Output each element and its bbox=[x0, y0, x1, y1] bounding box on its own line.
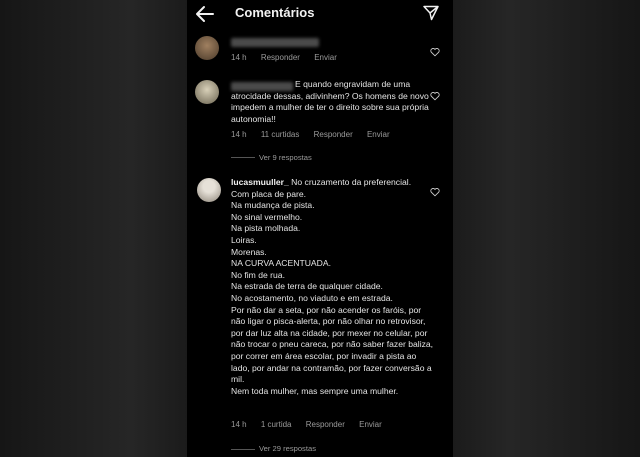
comment-text: E quando engravidam de uma atrocidade de… bbox=[231, 79, 429, 124]
heart-icon bbox=[430, 92, 440, 101]
comment-time: 14 h bbox=[231, 420, 247, 429]
view-replies-button[interactable]: Ver 9 respostas bbox=[259, 153, 312, 162]
page-title: Comentários bbox=[235, 5, 315, 20]
comment-time: 14 h bbox=[231, 53, 247, 62]
heart-icon bbox=[430, 48, 440, 57]
like-button[interactable] bbox=[430, 184, 440, 197]
comment-text: No cruzamento da preferencial. Com placa… bbox=[231, 177, 434, 396]
reply-button[interactable]: Responder bbox=[306, 420, 345, 429]
reply-button[interactable]: Responder bbox=[314, 130, 353, 139]
avatar bbox=[195, 80, 219, 104]
send-button[interactable]: Enviar bbox=[314, 53, 337, 62]
send-button[interactable]: Enviar bbox=[359, 420, 382, 429]
comment-body: lucasmuuller_ No cruzamento da preferenc… bbox=[231, 177, 437, 397]
like-button[interactable] bbox=[430, 44, 440, 57]
blurred-username bbox=[231, 38, 319, 47]
heart-icon bbox=[430, 188, 440, 197]
blurred-background-left bbox=[0, 0, 187, 457]
comments-screen: Comentários 14 h Responder Enviar E quan… bbox=[187, 0, 453, 457]
avatar bbox=[197, 178, 221, 202]
likes-count[interactable]: 11 curtidas bbox=[261, 130, 300, 139]
like-button[interactable] bbox=[430, 88, 440, 101]
replies-divider bbox=[231, 449, 255, 450]
view-replies-button[interactable]: Ver 29 respostas bbox=[259, 444, 316, 453]
header-bar: Comentários bbox=[187, 0, 453, 28]
blurred-background-right bbox=[453, 0, 640, 457]
reply-button[interactable]: Responder bbox=[261, 53, 300, 62]
likes-count[interactable]: 1 curtida bbox=[261, 420, 292, 429]
replies-divider bbox=[231, 157, 255, 158]
arrow-left-icon bbox=[196, 6, 214, 22]
paper-plane-icon bbox=[423, 5, 439, 21]
back-button[interactable] bbox=[195, 5, 215, 23]
send-button[interactable]: Enviar bbox=[367, 130, 390, 139]
comment-username[interactable]: lucasmuuller_ bbox=[231, 177, 289, 187]
comment-time: 14 h bbox=[231, 130, 247, 139]
avatar bbox=[195, 36, 219, 60]
share-button[interactable] bbox=[423, 5, 439, 21]
